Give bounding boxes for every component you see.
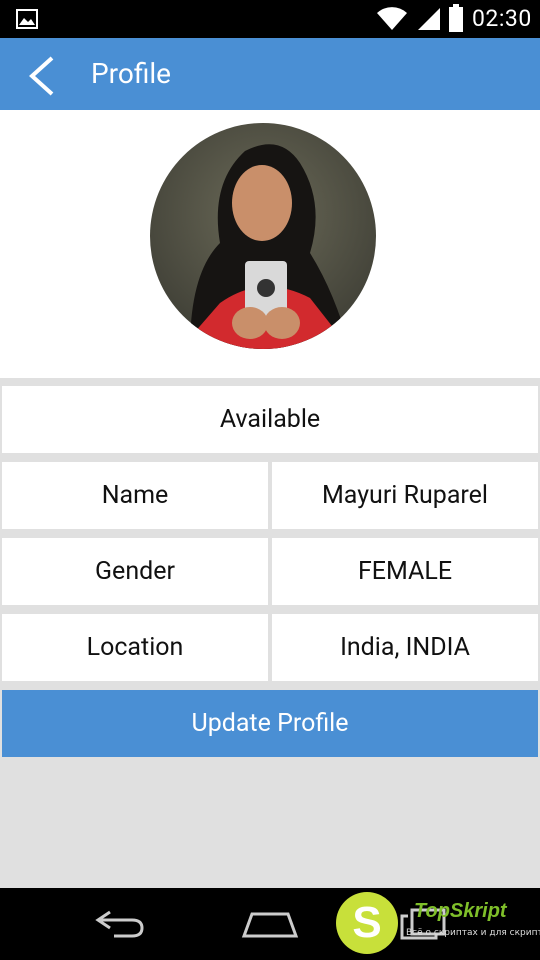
- chevron-left-icon[interactable]: [24, 56, 60, 96]
- field-value: FEMALE: [357, 557, 453, 586]
- page-title: Profile: [91, 57, 172, 90]
- home-nav-icon[interactable]: [240, 910, 300, 938]
- location-label-cell: Location: [2, 614, 268, 681]
- watermark-name: TopSkript: [414, 900, 507, 922]
- field-label: Name: [101, 481, 169, 510]
- status-text: Available: [219, 405, 321, 434]
- signal-icon: [418, 8, 440, 30]
- wifi-icon: [377, 7, 407, 30]
- field-value: Mayuri Ruparel: [321, 481, 488, 510]
- location-value-cell: India, INDIA: [272, 614, 538, 681]
- status-time: 02:30: [472, 5, 532, 32]
- name-label-cell: Name: [2, 462, 268, 529]
- app-bar: Profile: [0, 38, 540, 110]
- update-profile-label: Update Profile: [191, 709, 349, 738]
- battery-icon: [449, 4, 463, 32]
- profile-content: Available Name Mayuri Ruparel Gender FEM…: [0, 110, 540, 888]
- update-profile-button[interactable]: Update Profile: [2, 690, 538, 757]
- gender-value-cell: FEMALE: [272, 538, 538, 605]
- name-value-cell: Mayuri Ruparel: [272, 462, 538, 529]
- field-value: India, INDIA: [340, 633, 470, 662]
- avatar-photo: [150, 123, 376, 349]
- watermark: S TopSkript Всё о скриптах и для скрипто…: [336, 892, 540, 954]
- avatar[interactable]: [150, 123, 376, 349]
- watermark-logo: S: [336, 892, 398, 954]
- field-label: Location: [86, 633, 184, 662]
- gallery-icon: [16, 9, 38, 29]
- back-nav-icon[interactable]: [92, 908, 148, 940]
- status-bar: 02:30: [0, 0, 540, 38]
- status-cell: Available: [2, 386, 538, 453]
- watermark-tagline: Всё о скриптах и для скриптов...: [406, 928, 540, 938]
- field-label: Gender: [95, 557, 175, 586]
- gender-label-cell: Gender: [2, 538, 268, 605]
- avatar-area: [0, 110, 540, 378]
